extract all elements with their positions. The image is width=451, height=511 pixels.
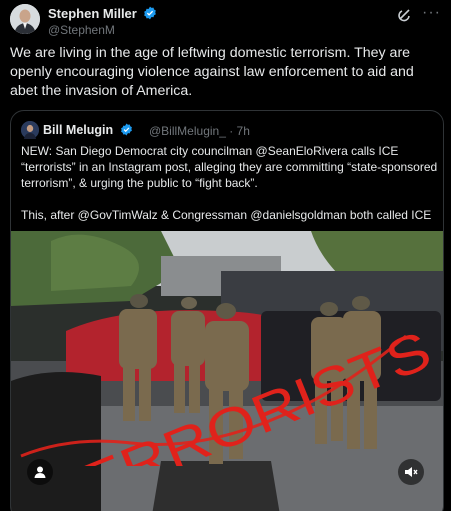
quoted-author-handle-time: @BillMelugin_ · 7h bbox=[149, 124, 250, 138]
quoted-post-text: NEW: San Diego Democrat city councilman … bbox=[21, 143, 441, 239]
author-name[interactable]: Stephen Miller bbox=[48, 6, 157, 23]
author-handle[interactable]: @StephenM bbox=[48, 23, 115, 37]
mute-icon[interactable] bbox=[398, 459, 424, 485]
post-header: Stephen Miller @StephenM ··· bbox=[10, 4, 441, 38]
quoted-author-name: Bill Melugin bbox=[43, 123, 133, 139]
verified-badge-icon bbox=[143, 6, 157, 23]
quoted-post[interactable]: Bill Melugin @BillMelugin_ · 7h NEW: San… bbox=[10, 110, 444, 511]
video-player[interactable]: TERRORISTS bbox=[11, 231, 443, 511]
quoted-post-header: Bill Melugin @BillMelugin_ · 7h bbox=[21, 121, 421, 139]
quoted-text-paragraph-1: NEW: San Diego Democrat city councilman … bbox=[21, 144, 438, 190]
quoted-author-avatar bbox=[21, 121, 39, 139]
author-avatar[interactable] bbox=[10, 4, 40, 34]
user-icon[interactable] bbox=[27, 459, 53, 485]
overlay-text: TERRORISTS bbox=[37, 326, 440, 466]
grok-icon[interactable] bbox=[397, 7, 413, 23]
more-icon[interactable]: ··· bbox=[422, 4, 441, 22]
post-text: We are living in the age of leftwing dom… bbox=[10, 45, 414, 99]
video-overlay-text: TERRORISTS bbox=[25, 320, 443, 511]
verified-badge-icon bbox=[120, 123, 133, 139]
